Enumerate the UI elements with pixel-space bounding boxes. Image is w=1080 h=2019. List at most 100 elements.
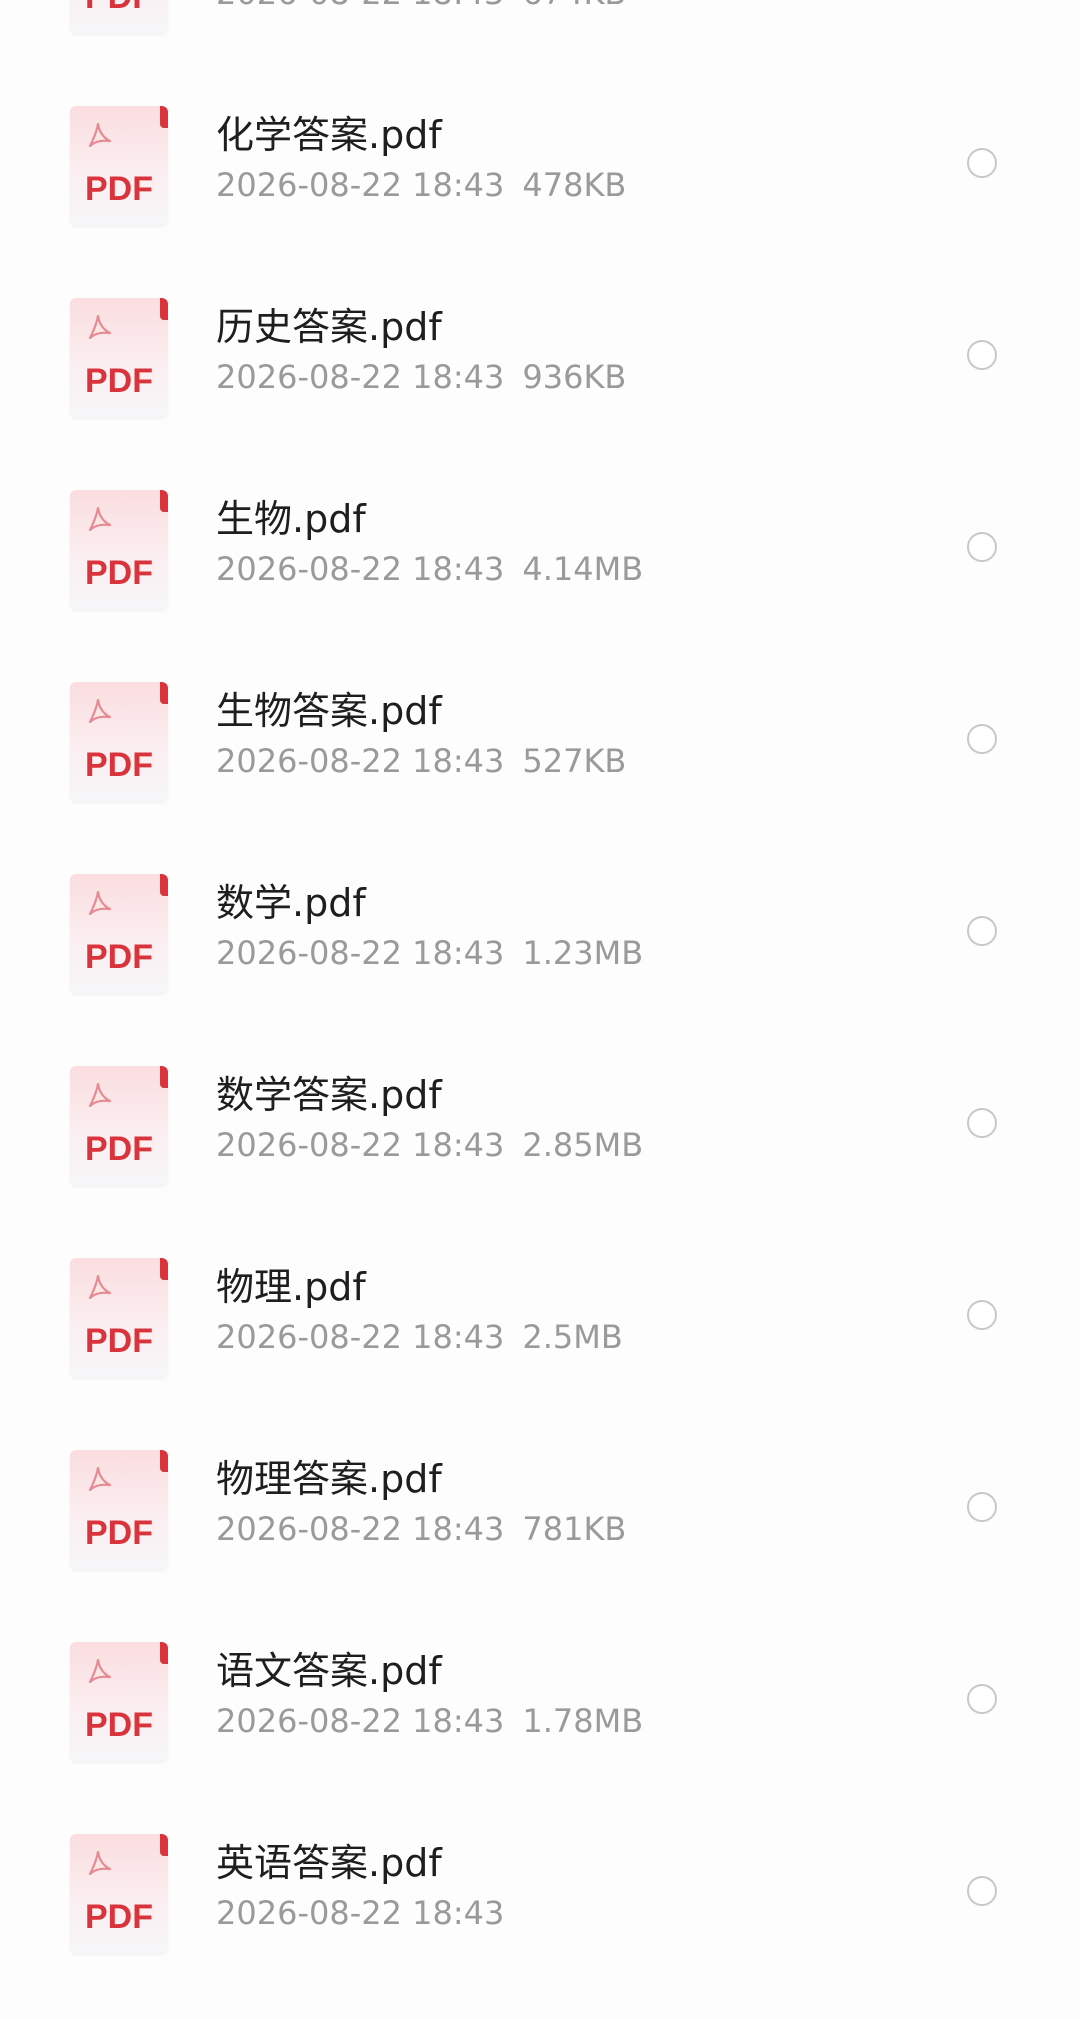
pdf-file-icon: PDF xyxy=(70,1450,168,1570)
pdf-file-icon: PDF xyxy=(70,298,168,418)
pdf-badge-text: PDF xyxy=(70,0,168,17)
pdf-badge-text: PDF xyxy=(85,938,153,976)
acrobat-logo-icon xyxy=(88,1850,112,1876)
file-name: 数学答案.pdf xyxy=(216,1073,442,1117)
acrobat-logo-icon xyxy=(88,506,112,532)
file-list-item[interactable]: PDF 物理答案.pdf 2026-08-22 18:43 781KB xyxy=(0,1426,1080,1618)
file-size: 781KB xyxy=(522,1510,627,1548)
file-size: 2.85MB xyxy=(522,1126,644,1164)
file-date: 2026-08-22 18:43 xyxy=(216,550,505,588)
file-list-item[interactable]: PDF 数学.pdf 2026-08-22 18:43 1.23MB xyxy=(0,850,1080,1042)
file-size: 1.23MB xyxy=(522,934,644,972)
file-name: 物理答案.pdf xyxy=(216,1457,442,1501)
file-meta: 2026-08-22 18:43 527KB xyxy=(216,742,626,780)
file-date: 2026-08-22 18:43 xyxy=(216,742,505,780)
file-date: 2026-08-22 18:43 xyxy=(216,1318,505,1356)
pdf-file-icon: PDF xyxy=(70,490,168,610)
file-meta: 2026-08-22 18:43 1.23MB xyxy=(216,934,643,972)
file-meta: 2026-08-22 18:43 478KB xyxy=(216,166,626,204)
select-radio-icon[interactable] xyxy=(967,148,997,178)
file-name: 语文答案.pdf xyxy=(216,1649,442,1693)
acrobat-logo-icon xyxy=(88,314,112,340)
pdf-badge-text: PDF xyxy=(85,554,153,592)
file-list-item[interactable]: PDF 物理.pdf 2026-08-22 18:43 2.5MB xyxy=(0,1234,1080,1426)
file-list-item[interactable]: PDF 语文答案.pdf 2026-08-22 18:43 1.78MB xyxy=(0,1618,1080,1810)
file-name: 生物答案.pdf xyxy=(216,689,442,733)
file-size: 2.5MB xyxy=(522,1318,623,1356)
pdf-badge-text: PDF xyxy=(85,1898,153,1936)
file-name: 生物.pdf xyxy=(216,497,366,541)
file-meta: 2026-08-22 18:43 1.78MB xyxy=(216,1702,643,1740)
select-radio-icon[interactable] xyxy=(967,916,997,946)
pdf-corner-icon xyxy=(160,1642,168,1664)
file-meta: 2026-08-22 18:43 674KB xyxy=(216,0,626,12)
file-date: 2026-08-22 18:43 xyxy=(216,1510,505,1548)
file-date: 2026-08-22 18:43 xyxy=(216,358,505,396)
acrobat-logo-icon xyxy=(88,122,112,148)
file-list-item[interactable]: PDF 数学答案.pdf 2026-08-22 18:43 2.85MB xyxy=(0,1042,1080,1234)
file-size: 936KB xyxy=(522,358,627,396)
file-meta: 2026-08-22 18:43 2.85MB xyxy=(216,1126,643,1164)
acrobat-logo-icon xyxy=(88,1466,112,1492)
file-name: 化学答案.pdf xyxy=(216,113,442,157)
select-radio-icon[interactable] xyxy=(967,1300,997,1330)
file-meta: 2026-08-22 18:43 xyxy=(216,1894,522,1932)
file-meta: 2026-08-22 18:43 936KB xyxy=(216,358,626,396)
acrobat-logo-icon xyxy=(88,698,112,724)
file-list-item[interactable]: PDF 英语答案.pdf 2026-08-22 18:43 xyxy=(0,1810,1080,2002)
pdf-badge-text: PDF xyxy=(85,362,153,400)
pdf-corner-icon xyxy=(160,1834,168,1856)
file-list-item[interactable]: PDF 生物.pdf 2026-08-22 18:43 4.14MB xyxy=(0,466,1080,658)
pdf-badge-text: PDF xyxy=(85,1130,153,1168)
acrobat-logo-icon xyxy=(88,1082,112,1108)
pdf-badge-text: PDF xyxy=(85,746,153,784)
file-size: 527KB xyxy=(522,742,627,780)
pdf-file-icon: PDF xyxy=(70,874,168,994)
file-size: 674KB xyxy=(522,0,626,12)
select-radio-icon[interactable] xyxy=(967,1876,997,1906)
select-radio-icon[interactable] xyxy=(967,532,997,562)
file-list-item[interactable]: PDF 化学答案.pdf 2026-08-22 18:43 478KB xyxy=(0,82,1080,274)
file-name: 英语答案.pdf xyxy=(216,1841,442,1885)
select-radio-icon[interactable] xyxy=(967,340,997,370)
file-list-item[interactable]: PDF 生物答案.pdf 2026-08-22 18:43 527KB xyxy=(0,658,1080,850)
pdf-badge-text: PDF xyxy=(85,1322,153,1360)
file-size: 478KB xyxy=(522,166,627,204)
file-date: 2026-08-22 18:43 xyxy=(216,934,505,972)
pdf-corner-icon xyxy=(160,490,168,512)
select-radio-icon[interactable] xyxy=(967,1108,997,1138)
pdf-file-icon: PDF xyxy=(70,1642,168,1762)
file-list-item[interactable]: PDF 历史答案.pdf 2026-08-22 18:43 936KB xyxy=(0,274,1080,466)
pdf-badge-text: PDF xyxy=(85,170,153,208)
file-meta: 2026-08-22 18:43 4.14MB xyxy=(216,550,643,588)
file-size: 4.14MB xyxy=(522,550,644,588)
pdf-corner-icon xyxy=(160,1258,168,1280)
file-list: PDF 地理答案.pdf 2026-08-22 18:43674KB PDF 化… xyxy=(0,0,1080,2002)
pdf-badge-text: PDF xyxy=(85,1514,153,1552)
pdf-file-icon: PDF xyxy=(70,1834,168,1954)
file-name: 历史答案.pdf xyxy=(216,305,442,349)
pdf-file-icon: PDF xyxy=(70,1258,168,1378)
select-radio-icon[interactable] xyxy=(967,724,997,754)
file-date: 2026-08-22 18:43 xyxy=(216,166,505,204)
pdf-corner-icon xyxy=(160,874,168,896)
pdf-corner-icon xyxy=(160,682,168,704)
pdf-corner-icon xyxy=(160,298,168,320)
pdf-file-icon: PDF xyxy=(70,0,168,34)
acrobat-logo-icon xyxy=(88,1274,112,1300)
file-size: 1.78MB xyxy=(522,1702,644,1740)
file-date: 2026-08-22 18:43 xyxy=(216,0,504,12)
pdf-file-icon: PDF xyxy=(70,1066,168,1186)
file-list-item[interactable]: PDF 地理答案.pdf 2026-08-22 18:43674KB xyxy=(0,0,1080,82)
select-radio-icon[interactable] xyxy=(967,1492,997,1522)
pdf-corner-icon xyxy=(160,1450,168,1472)
acrobat-logo-icon xyxy=(88,1658,112,1684)
file-meta: 2026-08-22 18:43 781KB xyxy=(216,1510,626,1548)
acrobat-logo-icon xyxy=(88,890,112,916)
pdf-badge-text: PDF xyxy=(85,1706,153,1744)
file-name: 物理.pdf xyxy=(216,1265,366,1309)
file-date: 2026-08-22 18:43 xyxy=(216,1702,505,1740)
select-radio-icon[interactable] xyxy=(967,1684,997,1714)
file-date: 2026-08-22 18:43 xyxy=(216,1126,505,1164)
file-name: 数学.pdf xyxy=(216,881,366,925)
